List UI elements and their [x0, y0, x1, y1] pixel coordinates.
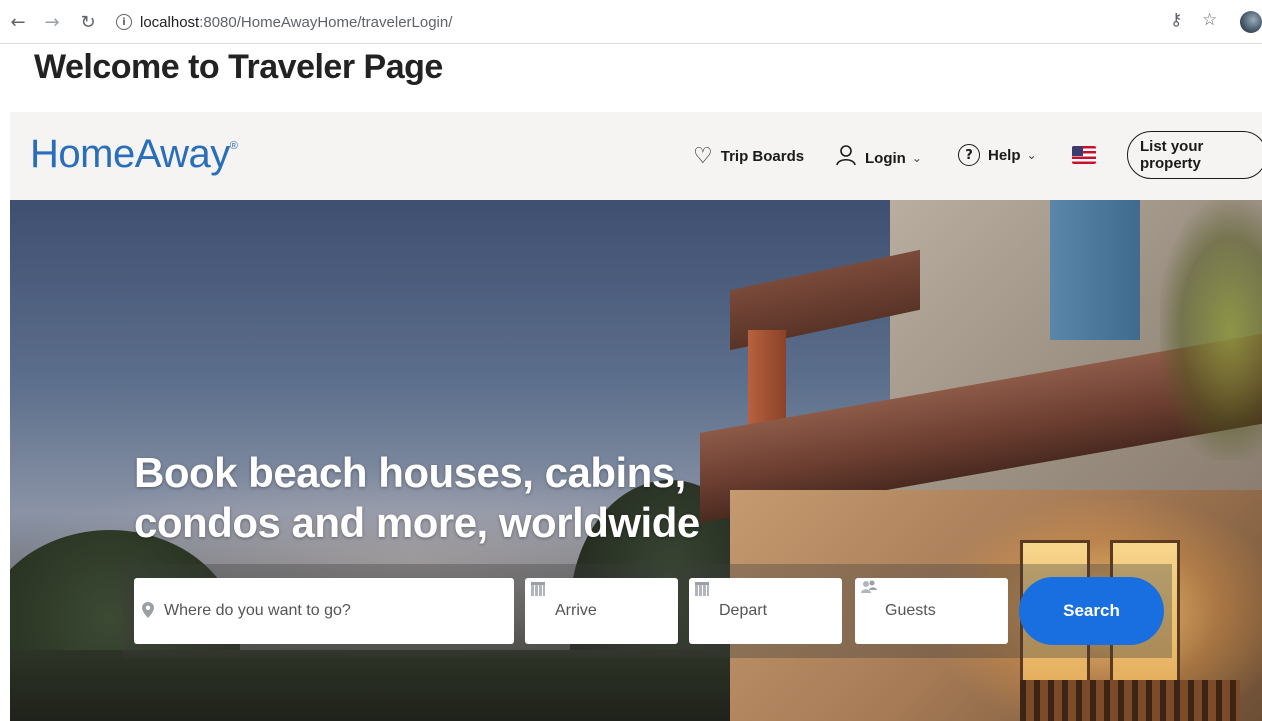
url-host: localhost: [140, 13, 200, 31]
avatar[interactable]: [1240, 11, 1262, 33]
trip-boards-link[interactable]: ♡ Trip Boards: [693, 144, 804, 169]
chevron-down-icon: ⌄: [911, 151, 922, 165]
guests-label: Guests: [885, 602, 936, 619]
help-menu[interactable]: ? Help ⌄: [958, 144, 1037, 166]
hero-headline: Book beach houses, cabins, condos and mo…: [134, 448, 754, 548]
logo-text: HomeAway: [30, 132, 230, 176]
arrow-left-icon[interactable]: ←: [6, 10, 30, 34]
browser-toolbar: ← → ↻ i localhost:8080/HomeAwayHome/trav…: [0, 0, 1262, 44]
chevron-down-icon: ⌄: [1026, 148, 1037, 162]
hero-foliage: [1160, 200, 1262, 460]
destination-placeholder: Where do you want to go?: [164, 602, 351, 619]
calendar-icon: [695, 582, 709, 596]
info-icon[interactable]: i: [116, 14, 132, 30]
hero-section: Book beach houses, cabins, condos and mo…: [10, 200, 1262, 721]
search-button[interactable]: Search: [1019, 577, 1164, 645]
trip-boards-label: Trip Boards: [720, 148, 805, 165]
guests-input[interactable]: Guests: [855, 578, 1008, 644]
guests-icon: [861, 580, 877, 596]
question-icon: ?: [958, 144, 980, 166]
calendar-icon: [531, 582, 545, 596]
page-title: Welcome to Traveler Page: [34, 48, 443, 86]
registered-mark: ®: [229, 140, 238, 152]
hero-headline-line: Book beach houses, cabins,: [134, 449, 686, 496]
hero-headline-line: condos and more, worldwide: [134, 499, 700, 546]
map-pin-icon: [142, 602, 156, 618]
us-flag-icon[interactable]: [1072, 146, 1096, 164]
site-header: HomeAway® ♡ Trip Boards Login ⌄ ? Help ⌄…: [10, 112, 1262, 200]
login-label: Login: [865, 149, 906, 167]
destination-input[interactable]: Where do you want to go?: [134, 578, 514, 644]
key-icon[interactable]: ⚷: [1170, 10, 1182, 30]
arrow-right-icon[interactable]: →: [40, 10, 64, 34]
depart-label: Depart: [719, 602, 768, 619]
arrive-label: Arrive: [555, 602, 597, 619]
arrive-date-input[interactable]: Arrive: [525, 578, 678, 644]
login-menu[interactable]: Login ⌄: [835, 144, 922, 172]
depart-date-input[interactable]: Depart: [689, 578, 842, 644]
homeaway-logo[interactable]: HomeAway®: [30, 132, 238, 177]
hero-house-shutter: [1050, 200, 1140, 340]
help-label: Help: [988, 146, 1021, 164]
url-path: :8080/HomeAwayHome/travelerLogin/: [199, 13, 453, 31]
hero-chairs: [1020, 680, 1240, 721]
star-icon[interactable]: ☆: [1202, 10, 1217, 30]
list-your-property-button[interactable]: List your property: [1127, 131, 1262, 179]
user-icon: [835, 144, 857, 172]
hero-chimney: [748, 330, 786, 430]
reload-icon[interactable]: ↻: [76, 10, 100, 34]
address-bar[interactable]: i localhost:8080/HomeAwayHome/travelerLo…: [116, 6, 1196, 38]
heart-icon: ♡: [693, 144, 713, 169]
